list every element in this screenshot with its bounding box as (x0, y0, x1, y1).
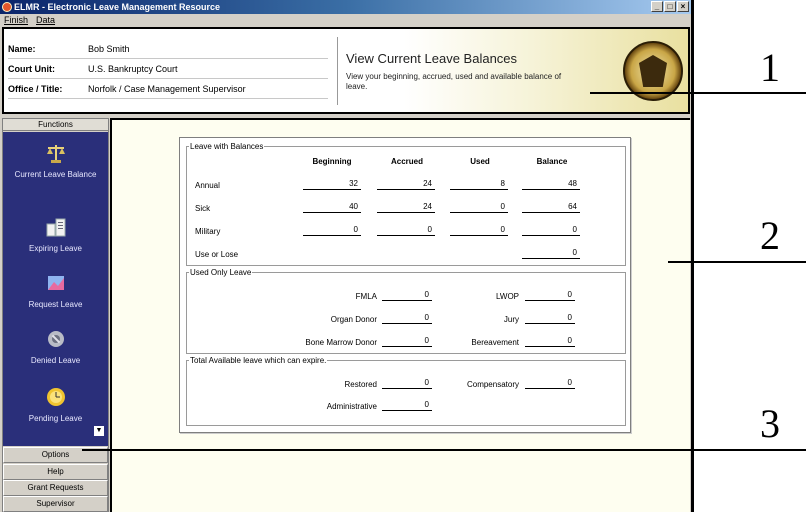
nav-panel: Current Leave Balance Expiring Leave Req… (3, 132, 108, 446)
user-header: Name: Bob Smith Court Unit: U.S. Bankrup… (2, 27, 690, 114)
callout-2: 2 (760, 213, 780, 258)
organ-donor-label: Organ Donor (330, 315, 377, 324)
eagle-icon (639, 55, 667, 87)
main-content: Leave with Balances Beginning Accrued Us… (110, 118, 690, 512)
denied-icon (47, 331, 64, 347)
nav-pending-leave[interactable]: Pending Leave (3, 386, 108, 424)
jury-label: Jury (503, 315, 519, 324)
bereavement-label: Bereavement (471, 338, 519, 347)
menu-data[interactable]: Data (36, 14, 55, 26)
col-balance: Balance (536, 157, 568, 166)
fmla-label: FMLA (355, 292, 377, 301)
expiring-leave-group: Total Available leave which can expire. … (186, 356, 626, 426)
annual-beginning: 32 (303, 179, 361, 190)
nav-current-leave-balance[interactable]: Current Leave Balance (3, 142, 108, 180)
row-annual-label: Annual (195, 181, 220, 190)
help-button[interactable]: Help (3, 464, 108, 480)
military-balance: 0 (522, 225, 580, 236)
clock-icon (46, 388, 65, 406)
administrative-label: Administrative (326, 402, 377, 411)
header-divider (337, 37, 338, 105)
close-button[interactable]: × (677, 1, 689, 12)
used-only-leave-group: Used Only Leave FMLA 0 Organ Donor 0 Bon… (186, 268, 626, 354)
compensatory-value: 0 (525, 378, 575, 389)
row-military-label: Military (195, 227, 221, 236)
nav-expiring-leave[interactable]: Expiring Leave (3, 216, 108, 254)
sick-balance: 64 (522, 202, 580, 213)
sick-used: 0 (450, 202, 508, 213)
lwop-label: LWOP (496, 292, 519, 301)
nav-label: Current Leave Balance (14, 170, 97, 179)
document-icon (46, 218, 65, 237)
military-used: 0 (450, 225, 508, 236)
user-info: Name: Bob Smith Court Unit: U.S. Bankrup… (8, 39, 328, 99)
page-description: View your beginning, accrued, used and a… (346, 72, 562, 91)
nav-label: Expiring Leave (29, 244, 82, 253)
request-icon (47, 276, 64, 290)
app-window: ELMR - Electronic Leave Management Resou… (0, 0, 694, 512)
callout-1: 1 (760, 45, 780, 90)
options-button[interactable]: Options (3, 447, 108, 463)
court-seal-icon (623, 41, 683, 101)
annual-accrued: 24 (377, 179, 435, 190)
jury-value: 0 (525, 313, 575, 324)
nav-request-leave[interactable]: Request Leave (3, 272, 108, 310)
functions-header[interactable]: Functions (3, 119, 108, 131)
page-title: View Current Leave Balances (346, 51, 518, 66)
menu-bar: Finish Data (0, 14, 691, 26)
restored-label: Restored (344, 380, 377, 389)
callout-3: 3 (760, 401, 780, 446)
name-row: Name: Bob Smith (8, 39, 328, 59)
supervisor-button[interactable]: Supervisor (3, 496, 108, 512)
lwop-value: 0 (525, 290, 575, 301)
nav-label: Request Leave (28, 300, 83, 309)
col-accrued: Accrued (390, 157, 423, 166)
office-title-row: Office / Title: Norfolk / Case Managemen… (8, 79, 328, 99)
court-unit-row: Court Unit: U.S. Bankruptcy Court (8, 59, 328, 79)
app-icon (2, 2, 12, 12)
col-used: Used (470, 157, 490, 166)
name-label: Name: (8, 43, 36, 54)
group-legend: Leave with Balances (190, 142, 264, 151)
title-bar[interactable]: ELMR - Electronic Leave Management Resou… (0, 0, 691, 14)
bereavement-value: 0 (525, 336, 575, 347)
group-legend: Used Only Leave (190, 268, 252, 277)
sick-accrued: 24 (377, 202, 435, 213)
scales-icon (46, 145, 65, 163)
maximize-button[interactable]: □ (664, 1, 676, 12)
annual-balance: 48 (522, 179, 580, 190)
window-title: ELMR - Electronic Leave Management Resou… (14, 2, 221, 12)
administrative-value: 0 (382, 400, 432, 411)
compensatory-label: Compensatory (466, 380, 519, 389)
military-accrued: 0 (377, 225, 435, 236)
scroll-down-icon[interactable]: ▼ (94, 426, 104, 436)
military-beginning: 0 (303, 225, 361, 236)
bone-marrow-donor-label: Bone Marrow Donor (305, 338, 377, 347)
window-controls: _ □ × (651, 1, 689, 12)
nav-denied-leave[interactable]: Denied Leave (3, 328, 108, 366)
leave-panel: Leave with Balances Beginning Accrued Us… (179, 137, 631, 433)
row-use-or-lose-label: Use or Lose (195, 250, 239, 259)
grant-requests-button[interactable]: Grant Requests (3, 480, 108, 496)
annual-used: 8 (450, 179, 508, 190)
group-legend: Total Available leave which can expire. (190, 356, 327, 365)
menu-finish[interactable]: Finish (4, 14, 28, 26)
sidebar: Functions Current Leave Balance Expiring… (2, 118, 109, 512)
office-title-value: Norfolk / Case Management Supervisor (88, 83, 246, 94)
col-beginning: Beginning (312, 157, 352, 166)
sick-beginning: 40 (303, 202, 361, 213)
minimize-button[interactable]: _ (651, 1, 663, 12)
nav-label: Pending Leave (28, 414, 83, 423)
office-title-label: Office / Title: (8, 83, 63, 94)
court-unit-label: Court Unit: (8, 63, 55, 74)
name-value: Bob Smith (88, 43, 130, 54)
row-sick-label: Sick (195, 204, 211, 213)
leave-with-balances-group: Leave with Balances Beginning Accrued Us… (186, 142, 626, 266)
use-or-lose-balance: 0 (522, 248, 580, 259)
court-unit-value: U.S. Bankruptcy Court (88, 63, 178, 74)
nav-label: Denied Leave (30, 356, 81, 365)
